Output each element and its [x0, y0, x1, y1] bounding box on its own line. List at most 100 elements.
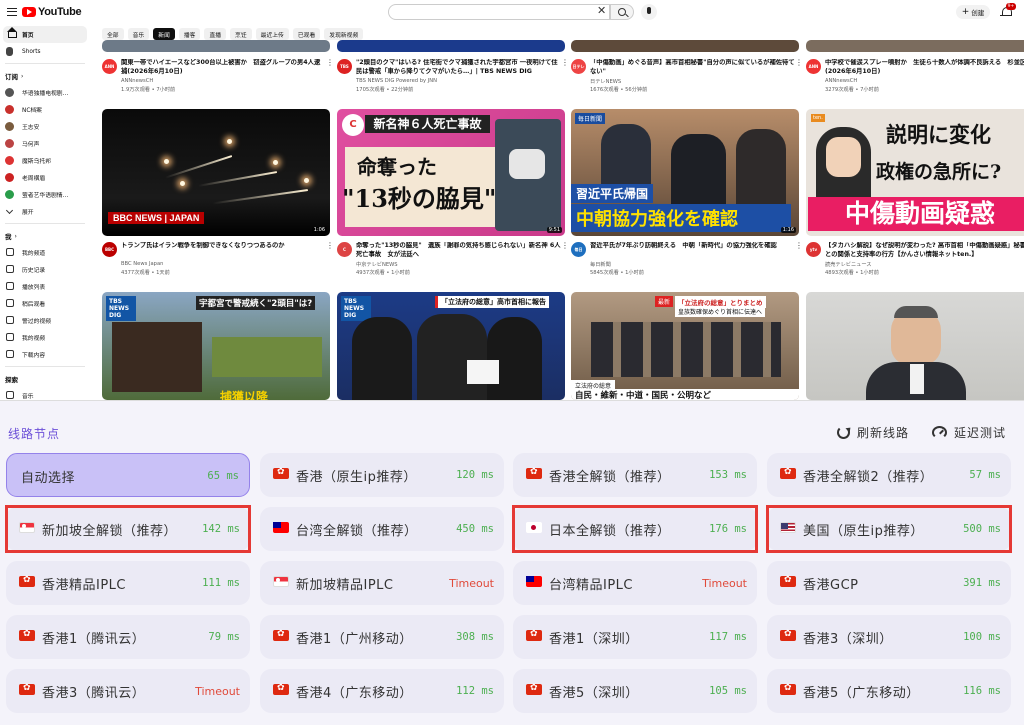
proxy-node-card[interactable]: 香港5（深圳） 105 ms — [513, 669, 757, 713]
sidebar-item-subscription[interactable]: 魔斯乌托邦 — [0, 152, 90, 169]
video-thumbnail[interactable] — [337, 40, 565, 52]
video-card-meta[interactable]: ANN 中学校で催涙スプレー噴射か 生徒ら十数人が体調不良訴える 杉並区(2026… — [806, 59, 1024, 95]
video-card-meta[interactable]: ytv 【タカハシ解説】なぜ説明が変わった? 高市首相「中傷動画疑惑」秘書との関係… — [806, 242, 1024, 278]
video-card-meta[interactable]: ANN 関東一帯でハイエースなど300台以上被害か 窃盗グループの男4人逮捕(20… — [102, 58, 334, 95]
channel-name[interactable]: BBC News Japan — [121, 261, 163, 267]
filter-chip[interactable]: 音乐 — [127, 28, 150, 40]
video-thumbnail[interactable]: 毎日新聞 習近平氏帰国 中朝協力強化を確認 1:16 — [571, 109, 799, 236]
proxy-node-card[interactable]: 香港4（广东移动） 112 ms — [260, 669, 504, 713]
hamburger-menu-icon[interactable] — [7, 8, 17, 16]
proxy-node-card[interactable]: 台湾全解锁（推荐） 450 ms — [260, 507, 504, 551]
sidebar-item-home[interactable]: 首页 — [3, 26, 87, 43]
channel-name[interactable]: 毎日新聞 — [590, 261, 611, 268]
proxy-node-card[interactable]: 香港1（广州移动） 308 ms — [260, 615, 504, 659]
video-thumbnail[interactable]: ten. 説明に変化 政権の急所に? 中傷動画疑惑 — [806, 109, 1024, 236]
more-options-icon[interactable] — [326, 241, 334, 253]
youtube-logo[interactable]: YouTube — [22, 6, 82, 18]
video-thumbnail[interactable] — [806, 40, 1024, 52]
channel-name[interactable]: 中京テレビNEWS — [356, 261, 398, 268]
voice-search-icon[interactable] — [641, 4, 657, 20]
filter-chip[interactable]: 已观看 — [292, 28, 321, 40]
video-title[interactable]: 【タカハシ解説】なぜ説明が変わった? 高市首相「中傷動画疑惑」秘書との関係と支持… — [825, 242, 1024, 259]
filter-chip[interactable]: 全部 — [102, 28, 124, 40]
proxy-node-card[interactable]: 香港1（腾讯云） 79 ms — [6, 615, 250, 659]
sidebar-item-you[interactable]: 警过的视频 — [0, 312, 90, 329]
sidebar-item-you[interactable]: 我的视频 — [0, 329, 90, 346]
proxy-node-card[interactable]: 香港5（广东移动） 116 ms — [767, 669, 1011, 713]
video-thumbnail[interactable] — [806, 292, 1024, 400]
video-thumbnail[interactable]: BBC NEWS | JAPAN 1:06 — [102, 109, 330, 236]
filter-chip[interactable]: 播客 — [178, 28, 201, 40]
sidebar-item-you[interactable]: 下载内容 — [0, 346, 90, 363]
proxy-node-card[interactable]: 香港GCP 391 ms — [767, 561, 1011, 605]
channel-avatar[interactable]: ytv — [806, 242, 821, 257]
channel-name[interactable]: 読売テレビニュース — [825, 261, 871, 268]
clear-search-icon[interactable]: ✕ — [597, 4, 606, 17]
channel-avatar[interactable]: ANN — [806, 59, 821, 74]
filter-chip[interactable]: 直播 — [204, 28, 227, 40]
sidebar-item-subscription[interactable]: 华语独播电视剧… — [0, 84, 90, 101]
sidebar-item-you[interactable]: 历史记录 — [0, 261, 90, 278]
proxy-node-card[interactable]: 自动选择 65 ms — [6, 453, 250, 497]
video-title[interactable]: 命奪った"13秒の脇見" 遺族「謝罪の気持ち感じられない」新名神 6人死亡事故 … — [356, 242, 561, 259]
subscriptions-header[interactable]: 订阅 › — [0, 68, 90, 84]
search-button[interactable] — [610, 4, 634, 20]
sidebar-item-subscription[interactable]: NC档案 — [0, 101, 90, 118]
video-title[interactable]: トランプ氏はイラン戦争を制御できなくなりつつあるのか — [121, 242, 326, 251]
create-button[interactable]: + 创建 — [956, 5, 990, 19]
video-title[interactable]: 中学校で催涙スプレー噴射か 生徒ら十数人が体調不良訴える 杉並区(2026年6月… — [825, 59, 1024, 76]
proxy-node-card[interactable]: 香港精品IPLC 111 ms — [6, 561, 250, 605]
channel-avatar[interactable]: C — [337, 242, 352, 257]
video-card-meta[interactable]: 日テレ 「中傷動画」めぐる音声】高市首相秘書"自分の声に似ているが補佐待てない" 日… — [571, 58, 803, 95]
channel-name[interactable]: 日テレNEWS — [590, 78, 621, 85]
proxy-node-card[interactable]: 香港（原生ip推荐） 120 ms — [260, 453, 504, 497]
filter-chip[interactable]: 最近上传 — [255, 28, 289, 40]
video-thumbnail[interactable] — [571, 40, 799, 52]
you-header[interactable]: 我 › — [0, 228, 90, 244]
sidebar-item-subscription[interactable]: 王志安 — [0, 118, 90, 135]
video-card-meta[interactable]: TBS "2頭目のクマ"はいる? 住宅街でクマ捕獲された宇都宮市 一夜明けて住民は… — [337, 58, 569, 95]
more-options-icon[interactable] — [561, 58, 569, 70]
proxy-node-card[interactable]: 新加坡精品IPLC Timeout — [260, 561, 504, 605]
video-title[interactable]: 「中傷動画」めぐる音声】高市首相秘書"自分の声に似ているが補佐待てない" — [590, 59, 795, 76]
video-title[interactable]: 関東一帯でハイエースなど300台以上被害か 窃盗グループの男4人逮捕(2026年… — [121, 59, 326, 76]
sidebar-item-subscription[interactable]: 马何声 — [0, 135, 90, 152]
video-thumbnail[interactable]: TBS NEWS DIG 「立法府の総意」高市首相に報告 — [337, 292, 565, 400]
channel-avatar[interactable]: 日テレ — [571, 59, 586, 74]
video-title[interactable]: 習近平氏が7年ぶり訪朝終える 中朝「新時代」の協力強化を確認 — [590, 242, 795, 251]
video-card-meta[interactable]: 毎日 習近平氏が7年ぶり訪朝終える 中朝「新時代」の協力強化を確認 毎日新聞 5845… — [571, 241, 803, 278]
more-options-icon[interactable] — [326, 58, 334, 70]
proxy-node-card[interactable]: 香港3（腾讯云） Timeout — [6, 669, 250, 713]
more-options-icon[interactable] — [795, 58, 803, 70]
proxy-node-card[interactable]: 香港全解锁2（推荐） 57 ms — [767, 453, 1011, 497]
more-options-icon[interactable] — [795, 241, 803, 253]
video-thumbnail[interactable] — [102, 40, 330, 52]
video-title[interactable]: "2頭目のクマ"はいる? 住宅街でクマ捕獲された宇都宮市 一夜明けて住民は警戒「… — [356, 59, 561, 76]
filter-chip[interactable]: 新闻 — [153, 28, 175, 40]
latency-test-button[interactable]: 延迟测试 — [932, 424, 1006, 441]
channel-avatar[interactable]: TBS — [337, 59, 352, 74]
channel-name[interactable]: ANNnewsCH — [825, 78, 857, 84]
filter-chip[interactable]: 发现新视频 — [324, 28, 364, 40]
sidebar-item-subscription[interactable]: 老周横眉 — [0, 169, 90, 186]
proxy-node-card[interactable]: 香港3（深圳） 100 ms — [767, 615, 1011, 659]
refresh-lines-button[interactable]: 刷新线路 — [837, 424, 909, 441]
sidebar-item-expand[interactable]: 展开 — [0, 203, 90, 220]
sidebar-item-you[interactable]: 我的频道 — [0, 244, 90, 261]
channel-avatar[interactable]: 毎日 — [571, 242, 586, 257]
video-card-meta[interactable]: C 命奪った"13秒の脇見" 遺族「謝罪の気持ち感じられない」新名神 6人死亡事故… — [337, 241, 569, 278]
sidebar-item-you[interactable]: 播放列表 — [0, 278, 90, 295]
proxy-node-card[interactable]: 台湾精品IPLC Timeout — [513, 561, 757, 605]
channel-avatar[interactable]: ANN — [102, 59, 117, 74]
sidebar-item-you[interactable]: 稍后观看 — [0, 295, 90, 312]
proxy-node-card[interactable]: 香港1（深圳） 117 ms — [513, 615, 757, 659]
search-input[interactable] — [388, 4, 610, 20]
channel-avatar[interactable]: BBC — [102, 242, 117, 257]
channel-name[interactable]: TBS NEWS DIG Powered by JNN — [356, 78, 437, 84]
video-thumbnail[interactable]: TBS NEWS DIG 宇都宮で警戒続く"2頭目"は? 捕獲以降 — [102, 292, 330, 400]
video-card-meta[interactable]: BBC トランプ氏はイラン戦争を制御できなくなりつつあるのか BBC News Ja… — [102, 241, 334, 278]
sidebar-item-shorts[interactable]: Shorts — [0, 43, 90, 60]
sidebar-item-subscription[interactable]: 萤者艺华语剧情… — [0, 186, 90, 203]
more-options-icon[interactable] — [561, 241, 569, 253]
video-thumbnail[interactable]: C 新名神６人死亡事故 命奪った "13秒の脇見" 9:51 — [337, 109, 565, 236]
